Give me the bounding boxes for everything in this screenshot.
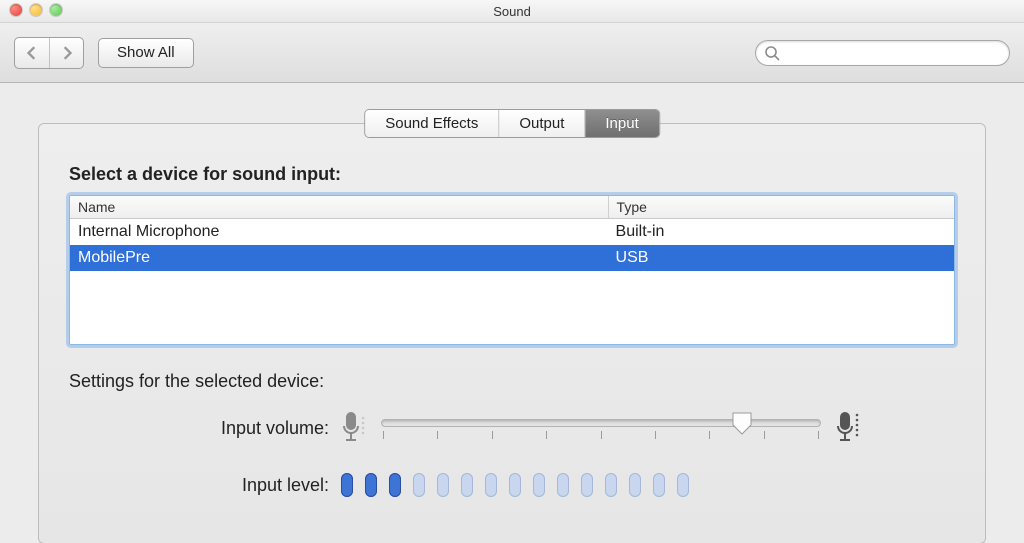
input-volume-label: Input volume:	[149, 418, 329, 439]
microphone-low-icon	[341, 410, 367, 447]
level-cell	[653, 473, 665, 497]
search-field	[755, 40, 1010, 66]
level-cell	[581, 473, 593, 497]
level-cell	[461, 473, 473, 497]
tab-input[interactable]: Input	[584, 110, 658, 137]
settings-heading: Settings for the selected device:	[69, 371, 955, 392]
device-name: MobilePre	[70, 249, 608, 267]
input-device-table[interactable]: Name Type Internal MicrophoneBuilt-inMob…	[69, 195, 955, 345]
input-level-meter	[341, 473, 689, 497]
level-cell	[389, 473, 401, 497]
level-cell	[341, 473, 353, 497]
minimize-window-button[interactable]	[30, 4, 42, 16]
level-cell	[605, 473, 617, 497]
sound-preferences-window: Sound Show All Sound EffectsOutputInput …	[0, 0, 1024, 543]
tab-frame: Sound EffectsOutputInput Select a device…	[38, 123, 986, 543]
chevron-right-icon	[60, 46, 74, 60]
close-window-button[interactable]	[10, 4, 22, 16]
level-cell	[677, 473, 689, 497]
toolbar: Show All	[0, 23, 1024, 83]
device-controls: Input volume:	[69, 410, 955, 497]
input-volume-row: Input volume:	[149, 410, 955, 447]
level-cell	[533, 473, 545, 497]
level-cell	[365, 473, 377, 497]
device-name: Internal Microphone	[70, 223, 608, 241]
titlebar: Sound	[0, 0, 1024, 23]
show-all-button[interactable]: Show All	[98, 38, 194, 68]
table-header: Name Type	[70, 196, 954, 219]
level-cell	[629, 473, 641, 497]
input-level-label: Input level:	[149, 475, 329, 496]
window-traffic-lights	[10, 4, 62, 16]
search-icon	[764, 45, 780, 64]
table-row[interactable]: Internal MicrophoneBuilt-in	[70, 219, 954, 245]
column-type[interactable]: Type	[609, 196, 954, 218]
content-area: Sound EffectsOutputInput Select a device…	[0, 83, 1024, 543]
chevron-left-icon	[25, 46, 39, 60]
device-type: USB	[608, 249, 954, 267]
search-input[interactable]	[755, 40, 1010, 66]
show-all-label: Show All	[117, 44, 175, 61]
forward-button[interactable]	[49, 38, 83, 68]
back-button[interactable]	[15, 38, 49, 68]
level-cell	[485, 473, 497, 497]
level-cell	[413, 473, 425, 497]
device-type: Built-in	[608, 223, 954, 241]
level-cell	[557, 473, 569, 497]
microphone-high-icon	[835, 410, 861, 447]
input-level-row: Input level:	[149, 473, 955, 497]
select-device-heading: Select a device for sound input:	[69, 164, 955, 185]
column-name[interactable]: Name	[70, 196, 609, 218]
tab-output[interactable]: Output	[498, 110, 584, 137]
tab-sound-effects[interactable]: Sound Effects	[365, 110, 498, 137]
tabs-bar: Sound EffectsOutputInput	[364, 109, 660, 138]
zoom-window-button[interactable]	[50, 4, 62, 16]
window-title: Sound	[493, 4, 531, 19]
nav-segmented	[14, 37, 84, 69]
input-volume-slider[interactable]	[381, 419, 821, 439]
level-cell	[509, 473, 521, 497]
table-row[interactable]: MobilePreUSB	[70, 245, 954, 271]
level-cell	[437, 473, 449, 497]
